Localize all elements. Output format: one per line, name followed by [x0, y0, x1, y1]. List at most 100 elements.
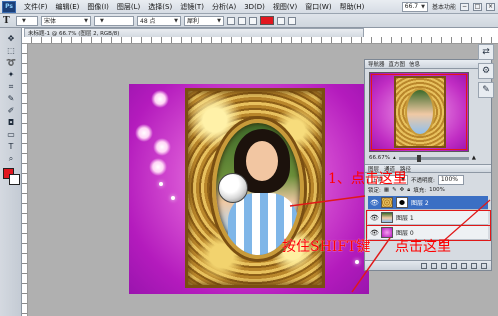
tab-histogram[interactable]: 直方图	[389, 60, 406, 68]
layer-name: 图层 2	[411, 200, 429, 207]
type-tool-icon[interactable]: T	[4, 142, 18, 152]
minimize-button[interactable]: −	[460, 2, 469, 11]
anti-alias-select[interactable]: 犀利 ▼	[184, 15, 224, 26]
move-tool-icon[interactable]: ✥	[4, 34, 18, 44]
layer-mask-thumbnail[interactable]	[396, 197, 408, 208]
navigator-preview[interactable]	[369, 72, 469, 152]
fill-value[interactable]: 100%	[429, 187, 445, 193]
highlight-box-layer-1	[366, 210, 491, 226]
maximize-button[interactable]: □	[473, 2, 482, 11]
annotation-click-here: 点击这里	[395, 239, 451, 255]
blossom-decoration	[151, 90, 169, 108]
align-left-icon[interactable]	[227, 16, 235, 25]
chevron-down-icon: ▼	[84, 17, 88, 24]
eyedropper-tool-icon[interactable]: ✎	[4, 94, 18, 104]
trash-icon[interactable]	[481, 262, 487, 269]
sparkle-decoration	[159, 182, 163, 186]
navigator-zoom-row: 66.67% ▴ ▲	[369, 154, 489, 162]
brush-panel-icon[interactable]: ✎	[478, 82, 494, 98]
text-color-swatch[interactable]	[260, 16, 274, 25]
adjustment-layer-icon[interactable]	[451, 262, 457, 269]
zoom-slider[interactable]	[398, 154, 469, 162]
opacity-value: 100%	[440, 176, 459, 183]
zoom-slider-handle[interactable]	[416, 154, 421, 162]
new-layer-icon[interactable]	[471, 262, 477, 269]
lock-all-icon[interactable]: 🔒︎	[407, 187, 410, 194]
marquee-tool-icon[interactable]: ⬚	[4, 46, 18, 56]
opacity-label: 不透明度:	[411, 177, 435, 184]
photoshop-logo: Ps	[2, 0, 16, 13]
panel-dock: ⇄ ⚙ ✎	[478, 44, 496, 104]
add-mask-icon[interactable]	[441, 262, 447, 269]
layer-row-2[interactable]: 👁︎ 图层 2	[368, 196, 488, 210]
text-tool-icon[interactable]: T	[3, 16, 13, 26]
horizontal-ruler	[22, 37, 498, 44]
stamp-tool-icon[interactable]: ◘	[4, 118, 18, 128]
warp-text-icon[interactable]	[277, 16, 285, 25]
lasso-tool-icon[interactable]: ➰	[4, 58, 18, 68]
menu-3d[interactable]: 3D(D)	[240, 3, 269, 11]
eraser-tool-icon[interactable]: ▭	[4, 130, 18, 140]
annotation-shift-hint: 按住SHIFT键	[282, 239, 371, 255]
zoom-preset-value: 66.7	[404, 3, 419, 10]
menu-view[interactable]: 视图(V)	[269, 2, 301, 12]
crop-tool-icon[interactable]: ⌗	[4, 82, 18, 92]
font-style-select[interactable]: ▼	[94, 15, 134, 26]
menu-select[interactable]: 选择(S)	[144, 2, 176, 12]
blossom-decoration	[135, 124, 153, 142]
menu-analysis[interactable]: 分析(A)	[208, 2, 240, 12]
font-size-select[interactable]: 48 点 ▼	[137, 15, 181, 26]
menu-help[interactable]: 帮助(H)	[336, 2, 369, 12]
zoom-in-icon[interactable]: ▲	[472, 155, 476, 161]
sparkle-decoration	[171, 196, 175, 200]
magic-wand-tool-icon[interactable]: ✦	[4, 70, 18, 80]
menu-file[interactable]: 文件(F)	[20, 2, 52, 12]
portrait-face	[246, 141, 278, 181]
close-button[interactable]: ×	[486, 2, 495, 11]
eye-icon[interactable]: 👁︎	[370, 199, 379, 207]
layer-style-icon[interactable]	[431, 262, 437, 269]
new-group-icon[interactable]	[461, 262, 467, 269]
zoom-preset-select[interactable]: 66.7 ▼	[401, 1, 428, 12]
history-panel-icon[interactable]: ⇄	[478, 44, 494, 60]
menu-filter[interactable]: 滤镜(T)	[176, 2, 208, 12]
link-layers-icon[interactable]	[421, 262, 427, 269]
menu-edit[interactable]: 编辑(E)	[52, 2, 84, 12]
chevron-down-icon: ▼	[217, 17, 221, 24]
zoom-out-icon[interactable]: ▴	[393, 155, 396, 161]
menu-layer[interactable]: 图层(L)	[113, 2, 144, 12]
opacity-input[interactable]: 100%	[437, 174, 464, 185]
menu-image[interactable]: 图像(I)	[83, 2, 113, 12]
document-canvas[interactable]	[129, 84, 369, 294]
tab-info[interactable]: 信息	[409, 60, 420, 68]
toolbox: ✥ ⬚ ➰ ✦ ⌗ ✎ ✐ ◘ ▭ T ⌕	[0, 28, 22, 316]
workspace-switcher[interactable]: 基本功能	[432, 2, 456, 11]
chevron-down-icon: ▼	[421, 3, 425, 10]
menu-bar: Ps 文件(F) 编辑(E) 图像(I) 图层(L) 选择(S) 滤镜(T) 分…	[0, 0, 498, 14]
gold-ornate-frame	[185, 88, 325, 288]
fill-label: 填充:	[413, 188, 427, 194]
options-bar: T ▼ 宋体 ▼ ▼ 48 点 ▼ 犀利 ▼	[0, 14, 498, 28]
font-family-select[interactable]: 宋体 ▼	[41, 15, 91, 26]
menu-window[interactable]: 窗口(W)	[301, 2, 335, 12]
character-panel-icon[interactable]	[288, 16, 296, 25]
navigator-tabs: 导航器 直方图 信息	[365, 60, 491, 69]
blossom-decoration	[153, 138, 171, 156]
zoom-tool-icon[interactable]: ⌕	[4, 154, 18, 164]
document-title: 未标题-1 @ 66.7% (图层 2, RGB/8)	[28, 31, 120, 37]
align-center-icon[interactable]	[238, 16, 246, 25]
tab-navigator[interactable]: 导航器	[368, 60, 385, 68]
document-tab[interactable]: 未标题-1 @ 66.7% (图层 2, RGB/8)	[24, 28, 364, 37]
brush-tool-icon[interactable]: ✐	[4, 106, 18, 116]
background-color-swatch[interactable]	[9, 174, 20, 185]
align-right-icon[interactable]	[249, 16, 257, 25]
sparkle-decoration	[355, 260, 359, 264]
properties-panel-icon[interactable]: ⚙	[478, 63, 494, 79]
chevron-down-icon: ▼	[22, 17, 26, 24]
navigator-view-box[interactable]	[371, 74, 467, 150]
chevron-down-icon: ▼	[174, 17, 178, 24]
navigator-zoom-value[interactable]: 66.67%	[369, 155, 390, 161]
text-orientation-button[interactable]: ▼	[16, 15, 38, 26]
chevron-down-icon: ▼	[100, 17, 104, 24]
font-family-value: 宋体	[44, 18, 57, 25]
